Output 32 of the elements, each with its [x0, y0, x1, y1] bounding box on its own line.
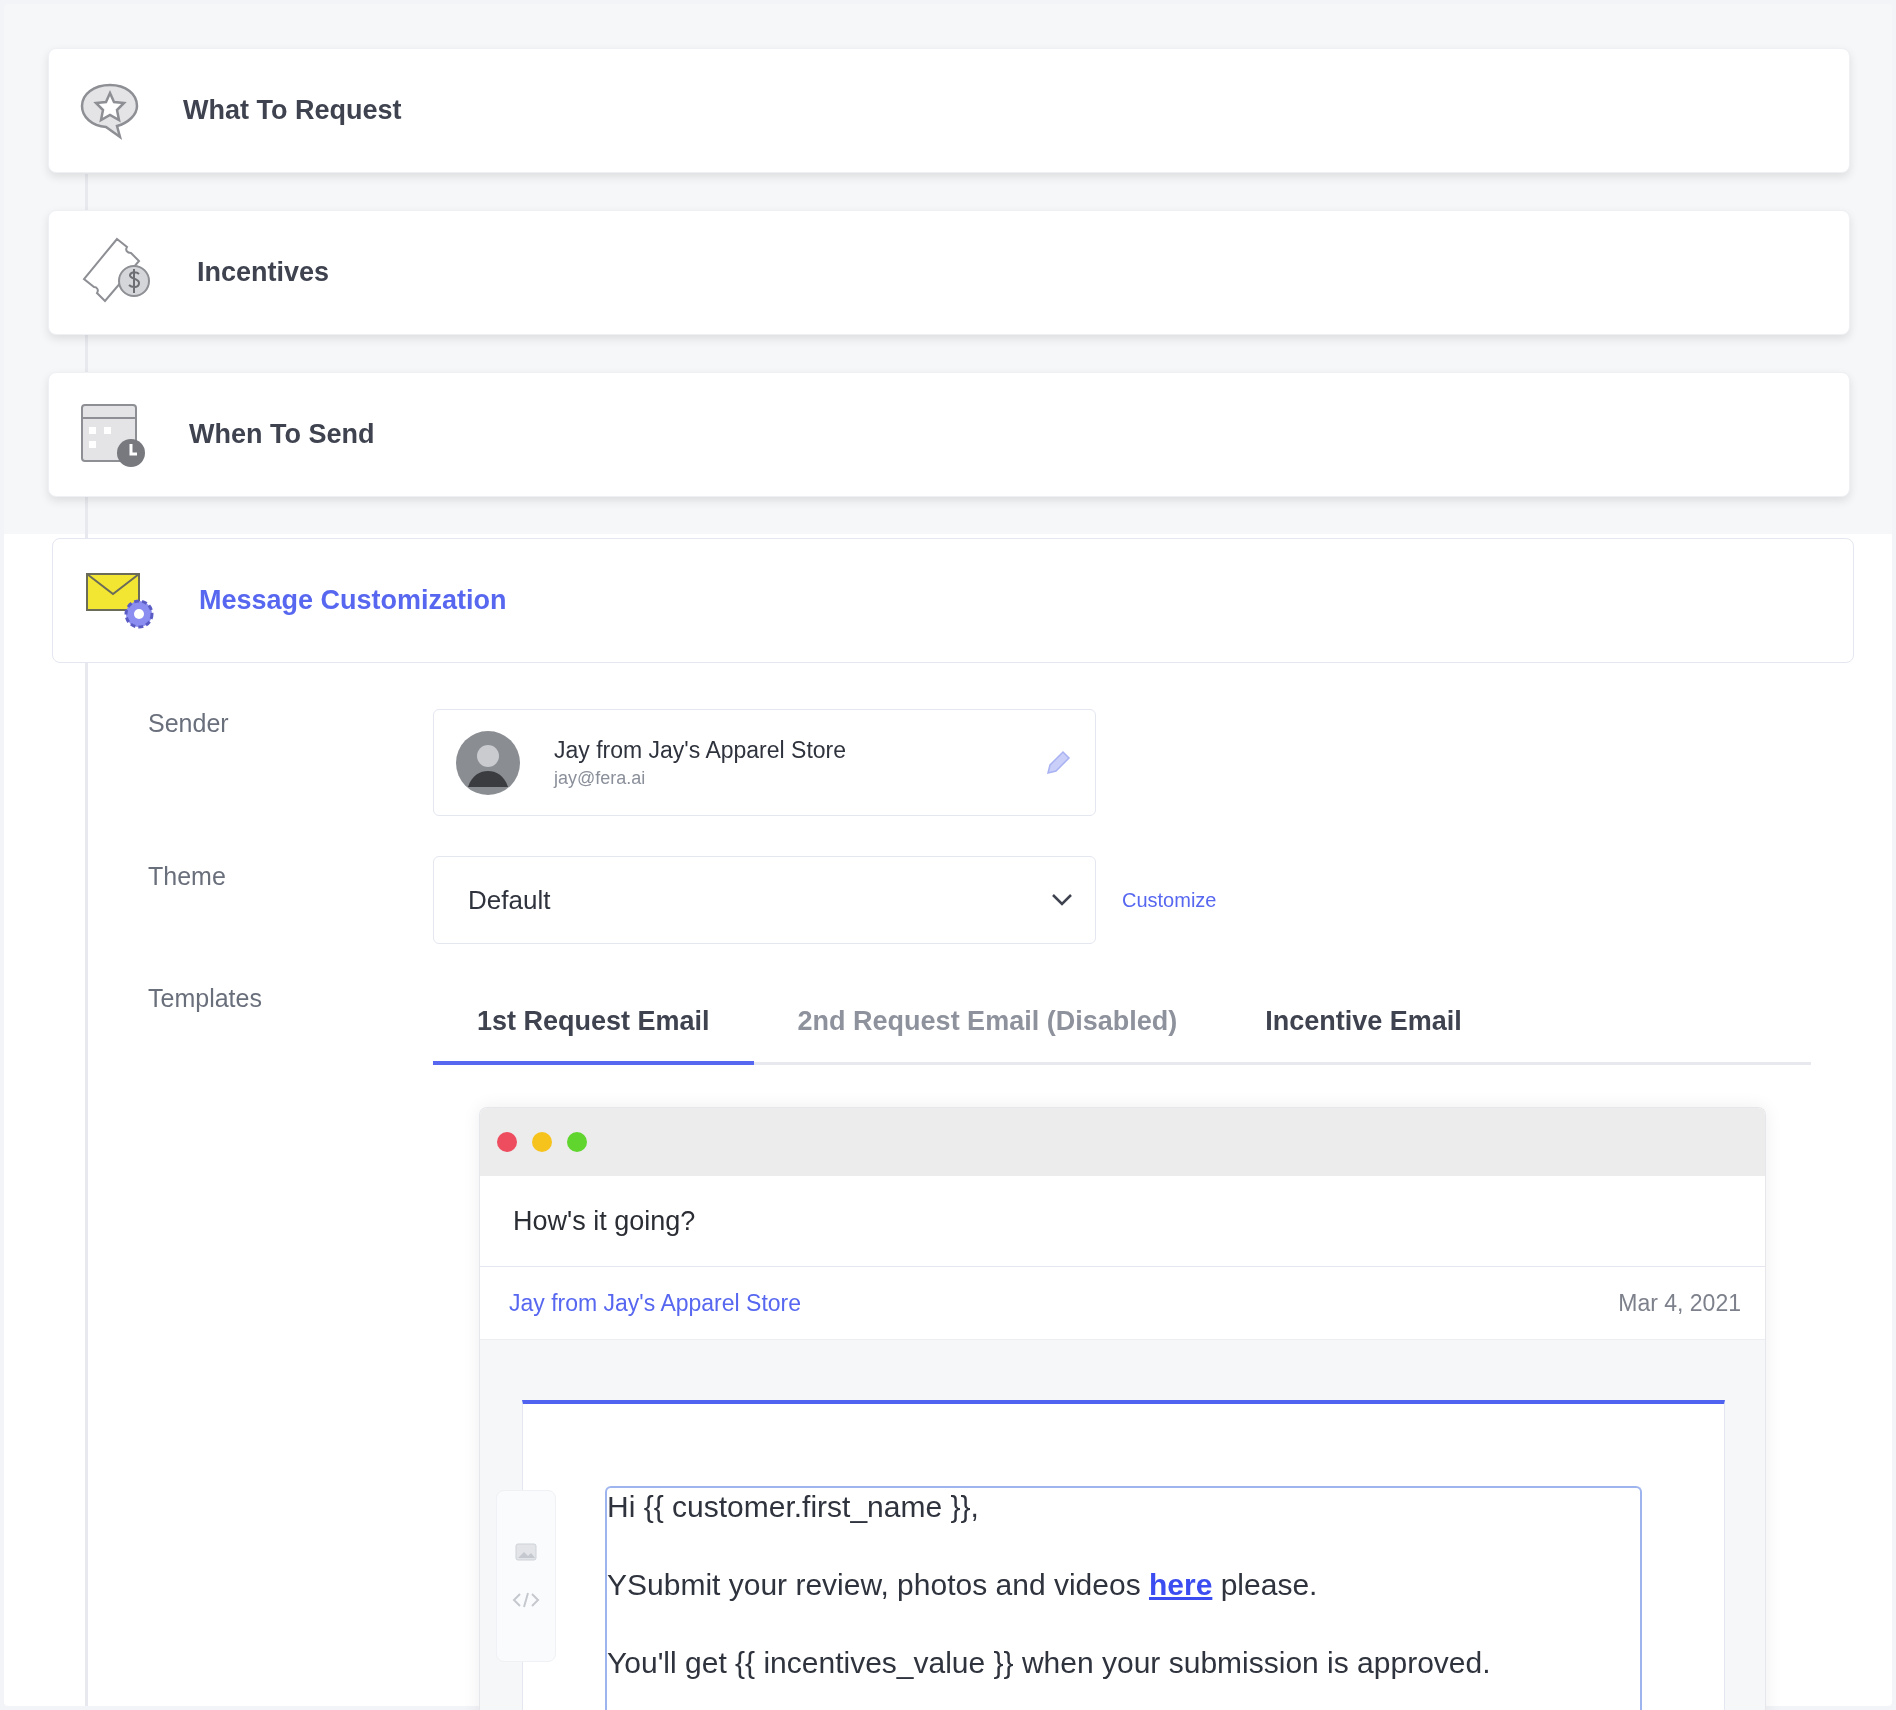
- step-card[interactable]: What To Request: [48, 48, 1850, 173]
- template-tab[interactable]: 1st Request Email: [433, 984, 754, 1065]
- code-icon[interactable]: [512, 1591, 540, 1609]
- review-link[interactable]: here: [1148, 1568, 1213, 1601]
- customize-link[interactable]: Customize: [1122, 888, 1217, 912]
- email-sender: Jay from Jay's Apparel Store: [509, 1289, 801, 1317]
- sender-label: Sender: [148, 709, 230, 739]
- step-card[interactable]: Message Customization: [52, 538, 1854, 663]
- template-tab[interactable]: Incentive Email: [1221, 984, 1506, 1065]
- step-card[interactable]: Incentives: [48, 210, 1850, 335]
- step-card[interactable]: When To Send: [48, 372, 1850, 497]
- theme-label: Theme: [148, 861, 227, 892]
- body-paragraph: You'll get {{ incentives_value }} when your submission is approved.: [607, 1646, 1492, 1680]
- sender-name: Jay from Jay's Apparel Store: [554, 736, 847, 764]
- email-date: Mar 4, 2021: [1618, 1289, 1741, 1317]
- window-maximize-dot[interactable]: [567, 1132, 587, 1152]
- window-close-dot[interactable]: [497, 1132, 517, 1152]
- step-title: When To Send: [189, 419, 375, 450]
- window-minimize-dot[interactable]: [532, 1132, 552, 1152]
- theme-select[interactable]: Default: [433, 856, 1096, 944]
- step-title: Incentives: [197, 257, 330, 288]
- text-editor[interactable]: Hi {{ customer.first_name }}, YSubmit your review, photos and videos here please. You'll get {{ incentives_value }} when your submission is approved.: [605, 1486, 1642, 1710]
- avatar-icon: [456, 730, 520, 795]
- body-paragraph: Hi {{ customer.first_name }},: [607, 1490, 980, 1524]
- step-title: Message Customization: [199, 585, 507, 616]
- step-title: What To Request: [183, 95, 402, 126]
- body-paragraph: YSubmit your review, photos and videos here please.: [607, 1568, 1319, 1602]
- templates-label: Templates: [148, 984, 263, 1014]
- chevron-down-icon: [1051, 893, 1073, 907]
- image-icon[interactable]: [515, 1543, 537, 1561]
- email-subject: How's it going?: [513, 1205, 696, 1237]
- sender-email: jay@fera.ai: [554, 767, 647, 789]
